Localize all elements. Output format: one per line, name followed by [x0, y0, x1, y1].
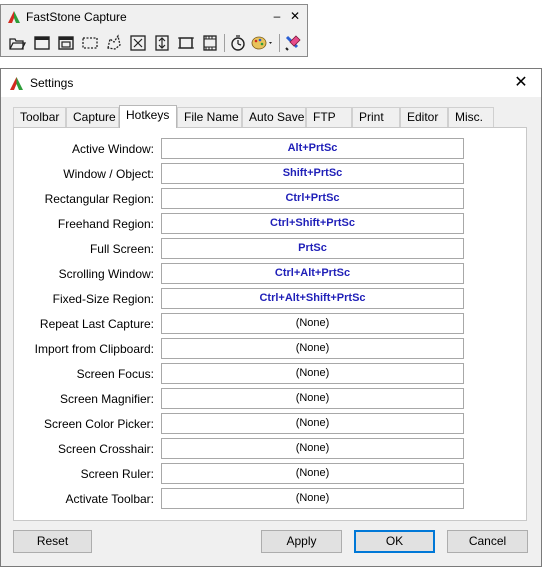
hotkeys-panel: Active Window: Alt+PrtSc Window / Object… [13, 127, 527, 521]
hotkey-label: Screen Focus: [76, 367, 154, 381]
hotkey-field-screen-ruler[interactable]: (None) [161, 463, 464, 484]
hotkey-label: Window / Object: [63, 167, 154, 181]
cancel-button[interactable]: Cancel [447, 530, 528, 553]
faststone-logo-icon [8, 11, 20, 23]
dialog-title: Settings [30, 76, 74, 90]
tab-capture[interactable]: Capture [66, 107, 119, 127]
settings-tools-icon[interactable] [283, 33, 303, 53]
hotkey-field-fixed-size-region[interactable]: Ctrl+Alt+Shift+PrtSc [161, 288, 464, 309]
apply-button[interactable]: Apply [261, 530, 342, 553]
settings-tabs: Toolbar Capture Hotkeys File Name Auto S… [13, 105, 533, 128]
hotkey-label: Rectangular Region: [44, 192, 154, 206]
hotkey-field-activate-toolbar[interactable]: (None) [161, 488, 464, 509]
tab-ftp[interactable]: FTP [306, 107, 352, 127]
hotkey-label: Scrolling Window: [58, 267, 154, 281]
hotkey-field-repeat-last-capture[interactable]: (None) [161, 313, 464, 334]
toolbar-minimize-button[interactable]: – [269, 7, 285, 25]
capture-object-icon[interactable] [56, 33, 76, 53]
toolbar-separator [224, 34, 225, 52]
tab-toolbar[interactable]: Toolbar [13, 107, 66, 127]
tab-file-name[interactable]: File Name [177, 107, 242, 127]
toolbar-close-button[interactable]: ✕ [287, 7, 303, 25]
hotkey-label: Active Window: [71, 142, 154, 156]
hotkey-label: Screen Ruler: [80, 467, 154, 481]
hotkey-label: Freehand Region: [57, 217, 154, 231]
hotkey-field-rectangular-region[interactable]: Ctrl+PrtSc [161, 188, 464, 209]
delay-timer-icon[interactable] [228, 33, 248, 53]
tab-editor[interactable]: Editor [400, 107, 448, 127]
tab-misc[interactable]: Misc. [448, 107, 494, 127]
hotkey-field-screen-magnifier[interactable]: (None) [161, 388, 464, 409]
hotkey-field-screen-color-picker[interactable]: (None) [161, 413, 464, 434]
dialog-close-button[interactable]: ✕ [509, 72, 533, 94]
hotkey-field-window-object[interactable]: Shift+PrtSc [161, 163, 464, 184]
output-palette-icon[interactable] [250, 33, 276, 53]
hotkey-field-freehand-region[interactable]: Ctrl+Shift+PrtSc [161, 213, 464, 234]
capture-rectangle-icon[interactable] [80, 33, 100, 53]
hotkey-label: Full Screen: [89, 242, 154, 256]
hotkey-label: Repeat Last Capture: [39, 317, 154, 331]
hotkey-label: Screen Magnifier: [59, 392, 154, 406]
hotkey-label: Import from Clipboard: [34, 342, 154, 356]
capture-fullscreen-icon[interactable] [128, 33, 148, 53]
hotkey-field-import-from-clipboard[interactable]: (None) [161, 338, 464, 359]
tab-print[interactable]: Print [352, 107, 400, 127]
faststone-toolbar: FastStone Capture – ✕ [0, 4, 308, 57]
hotkey-label: Screen Color Picker: [43, 417, 154, 431]
settings-dialog: Settings ✕ Toolbar Capture Hotkeys File … [0, 68, 542, 567]
reset-button[interactable]: Reset [13, 530, 92, 553]
dialog-titlebar[interactable]: Settings ✕ [1, 69, 541, 97]
capture-fixed-region-icon[interactable] [176, 33, 196, 53]
capture-window-icon[interactable] [32, 33, 52, 53]
hotkey-field-scrolling-window[interactable]: Ctrl+Alt+PrtSc [161, 263, 464, 284]
toolbar-separator [279, 34, 280, 52]
capture-freehand-icon[interactable] [104, 33, 124, 53]
hotkey-field-screen-crosshair[interactable]: (None) [161, 438, 464, 459]
screen-recorder-icon[interactable] [200, 33, 220, 53]
toolbar-title: FastStone Capture [26, 10, 127, 24]
capture-tool-strip [5, 32, 305, 54]
tab-auto-save[interactable]: Auto Save [242, 107, 306, 127]
hotkey-field-full-screen[interactable]: PrtSc [161, 238, 464, 259]
tab-hotkeys[interactable]: Hotkeys [119, 105, 177, 128]
hotkey-label: Fixed-Size Region: [52, 292, 154, 306]
hotkey-field-screen-focus[interactable]: (None) [161, 363, 464, 384]
faststone-logo-icon [10, 77, 23, 90]
hotkey-label: Screen Crosshair: [57, 442, 154, 456]
ok-button[interactable]: OK [354, 530, 435, 553]
capture-scrolling-icon[interactable] [152, 33, 172, 53]
open-file-icon[interactable] [7, 33, 27, 53]
toolbar-titlebar[interactable]: FastStone Capture – ✕ [1, 5, 307, 29]
hotkey-label: Activate Toolbar: [65, 492, 155, 506]
hotkey-field-active-window[interactable]: Alt+PrtSc [161, 138, 464, 159]
